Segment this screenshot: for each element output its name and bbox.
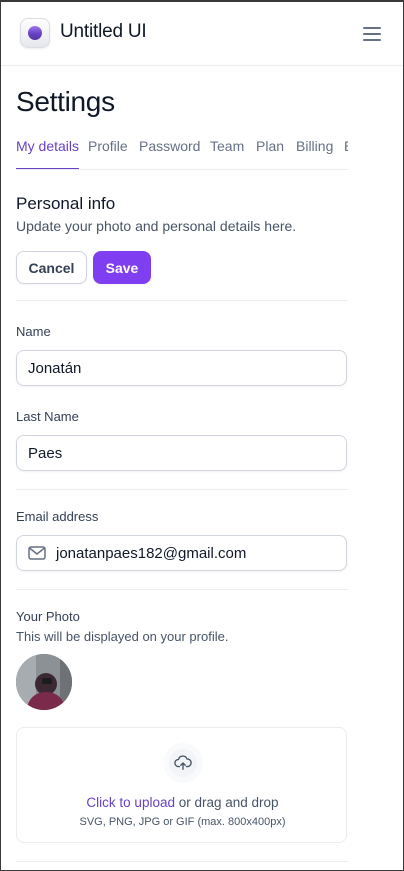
tab-plan[interactable]: Plan: [256, 138, 284, 169]
name-label: Name: [16, 324, 51, 339]
upload-cloud-icon: [163, 743, 203, 783]
tab-billing[interactable]: Billing: [296, 138, 333, 169]
drag-drop-text: or drag and drop: [174, 795, 279, 810]
last-name-value: Paes: [28, 444, 63, 462]
photo-subtitle: This will be displayed on your profile.: [16, 629, 229, 644]
personal-info-subtitle: Update your photo and personal details h…: [16, 218, 297, 234]
upload-dropzone[interactable]: Click to upload or drag and drop SVG, PN…: [16, 727, 347, 843]
menu-bar-middle: [363, 33, 381, 35]
logo-dot: [28, 26, 42, 40]
email-field[interactable]: jonatanpaes182@gmail.com: [16, 535, 347, 571]
menu-bar-top: [363, 27, 381, 29]
upload-cloud-glyph: [174, 755, 192, 770]
brand-name[interactable]: Untitled UI: [60, 21, 147, 43]
tab-my-details[interactable]: My details: [16, 138, 80, 169]
avatar-image: [16, 654, 72, 710]
upload-instruction: Click to upload or drag and drop: [17, 795, 348, 810]
email-value: jonatanpaes182@gmail.com: [56, 544, 247, 562]
menu-bar-bottom: [363, 39, 381, 41]
mail-icon: [28, 546, 46, 560]
last-name-field[interactable]: Paes: [16, 435, 347, 471]
save-button[interactable]: Save: [93, 251, 151, 284]
last-name-label: Last Name: [16, 409, 79, 424]
tab-team[interactable]: Team: [210, 138, 244, 169]
divider: [16, 489, 348, 490]
top-bar: Untitled UI: [1, 2, 403, 66]
logo-icon[interactable]: [20, 18, 50, 48]
personal-info-title: Personal info: [16, 194, 116, 213]
click-to-upload-link[interactable]: Click to upload: [86, 795, 175, 810]
avatar[interactable]: [16, 654, 72, 710]
tab-password[interactable]: Password: [139, 138, 200, 169]
photo-label: Your Photo: [16, 609, 80, 624]
hamburger-menu-icon[interactable]: [363, 27, 381, 41]
page-title: Settings: [16, 86, 115, 117]
divider: [16, 861, 348, 862]
cancel-button[interactable]: Cancel: [16, 251, 87, 284]
name-field[interactable]: Jonatán: [16, 350, 347, 386]
upload-hint: SVG, PNG, JPG or GIF (max. 800x400px): [79, 816, 286, 828]
name-value: Jonatán: [28, 359, 82, 377]
tab-profile[interactable]: Profile: [88, 138, 128, 169]
settings-tabs: My details Profile Password Team Plan Bi…: [16, 138, 348, 170]
divider: [16, 300, 348, 301]
divider: [16, 589, 348, 590]
tab-overflow[interactable]: E: [344, 138, 348, 169]
email-label: Email address: [16, 509, 99, 524]
app-frame: Untitled UI Settings My details Profile …: [0, 0, 404, 871]
